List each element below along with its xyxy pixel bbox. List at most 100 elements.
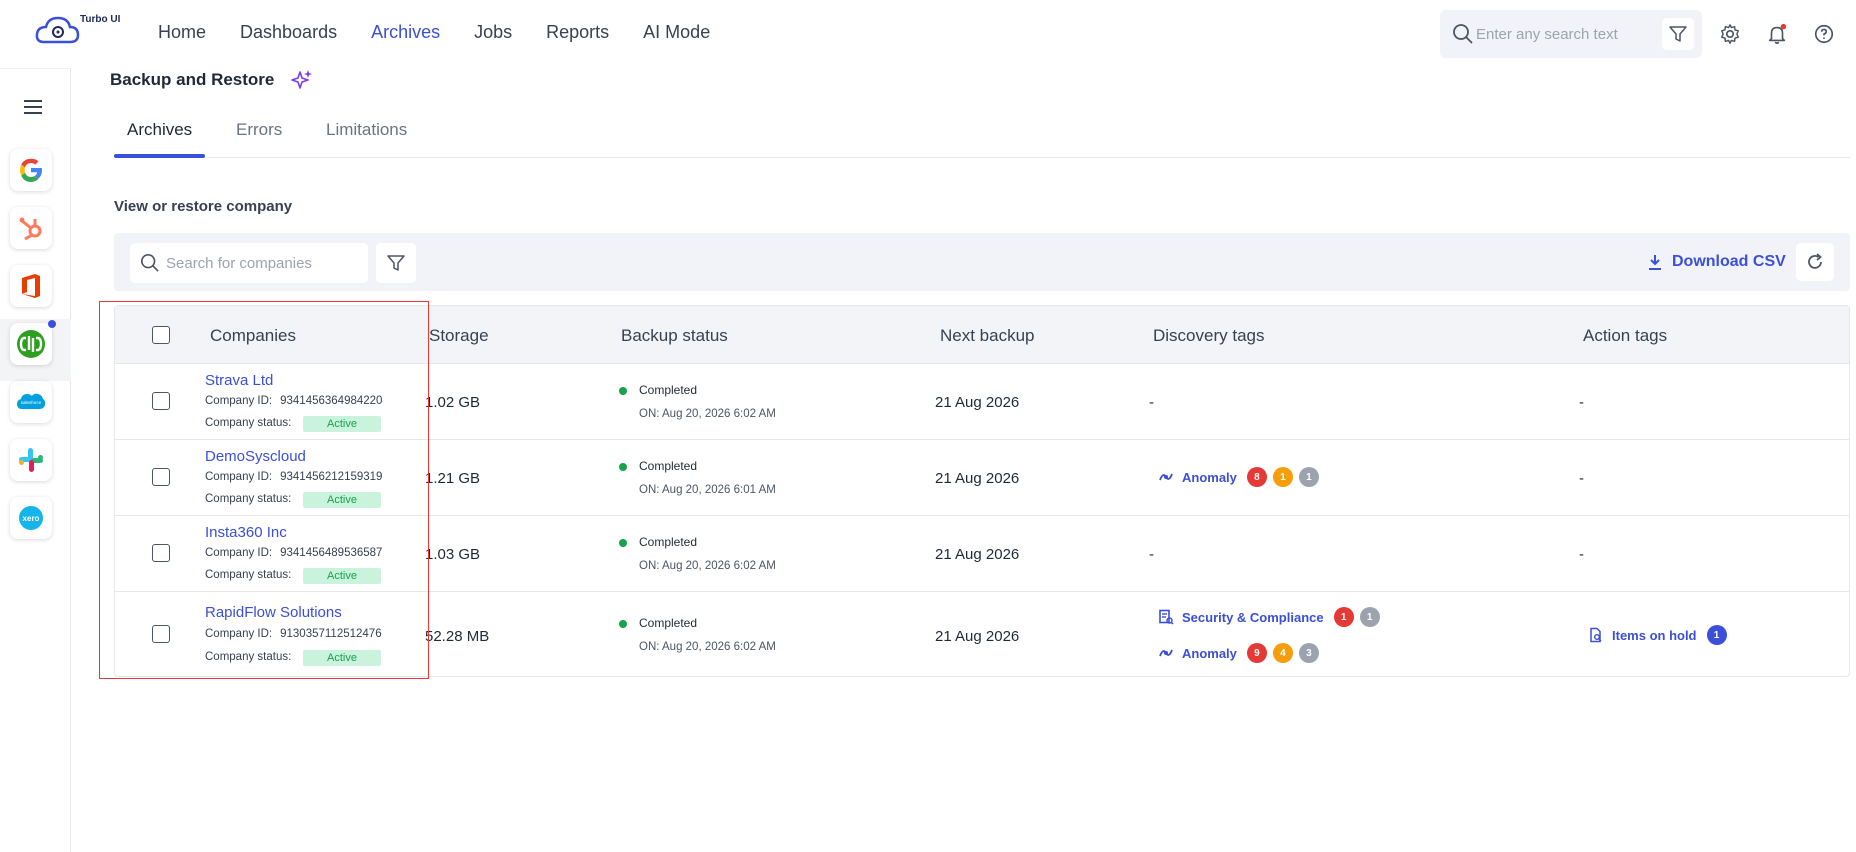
settings-icon[interactable]	[1718, 22, 1742, 46]
nav-reports[interactable]: Reports	[546, 22, 609, 43]
status-dot-icon	[619, 620, 627, 628]
table-toolbar: Search for companies Download CSV	[114, 233, 1850, 291]
select-all-checkbox[interactable]	[152, 326, 170, 344]
action-tag-items-on-hold[interactable]: Items on hold 1	[1588, 625, 1733, 645]
storage-value: 1.21 GB	[425, 470, 481, 487]
action-tags-empty: -	[1579, 546, 1584, 563]
anomaly-icon	[1158, 645, 1174, 661]
row-checkbox[interactable]	[152, 392, 170, 410]
notification-bell-icon[interactable]	[1765, 22, 1789, 46]
company-filter-button[interactable]	[376, 243, 416, 283]
nav-dashboards[interactable]: Dashboards	[240, 22, 337, 43]
discovery-tags-empty: -	[1149, 394, 1154, 411]
filter-icon	[387, 255, 405, 271]
refresh-button[interactable]	[1796, 243, 1834, 281]
table-row[interactable]: Insta360 Inc Company ID: 9341456489536587…	[115, 516, 1849, 592]
status-dot-icon	[619, 387, 627, 395]
app-sidebar: salesforce xero	[0, 68, 71, 852]
action-tags-empty: -	[1579, 394, 1584, 411]
action-tags-empty: -	[1579, 470, 1584, 487]
column-header-discovery-tags[interactable]: Discovery tags	[1153, 326, 1264, 346]
nav-ai-mode[interactable]: AI Mode	[643, 22, 710, 43]
table-row[interactable]: RapidFlow Solutions Company ID: 913035711…	[115, 592, 1849, 677]
count-badge: 9	[1246, 643, 1267, 663]
top-bar: Turbo UI Home Dashboards Archives Jobs R…	[0, 0, 1856, 68]
company-name-link[interactable]: DemoSyscloud	[205, 448, 306, 465]
storage-value: 1.02 GB	[425, 394, 481, 411]
company-search-input[interactable]: Search for companies	[166, 255, 312, 272]
active-app-indicator	[48, 320, 56, 328]
slack-icon[interactable]	[10, 439, 52, 481]
row-checkbox[interactable]	[152, 468, 170, 486]
company-id: Company ID: 9341456212159319	[205, 471, 383, 483]
tab-bar: Archives Errors Limitations	[114, 118, 1850, 158]
help-icon[interactable]	[1812, 22, 1836, 46]
download-csv-button[interactable]: Download CSV	[1646, 253, 1786, 271]
menu-icon[interactable]	[23, 99, 43, 120]
tab-errors[interactable]: Errors	[236, 120, 282, 140]
status-badge: Active	[303, 650, 381, 666]
backup-timestamp: ON: Aug 20, 2026 6:02 AM	[639, 560, 776, 572]
column-header-next-backup[interactable]: Next backup	[940, 326, 1035, 346]
table-row[interactable]: DemoSyscloud Company ID: 9341456212159319…	[115, 440, 1849, 516]
backup-status: Completed	[639, 383, 698, 397]
quickbooks-icon[interactable]	[10, 323, 52, 365]
discovery-tag-security-compliance[interactable]: Security & Compliance 1 1	[1158, 607, 1386, 627]
xero-icon[interactable]: xero	[10, 497, 52, 539]
svg-text:salesforce: salesforce	[21, 400, 42, 405]
status-dot-icon	[619, 539, 627, 547]
backup-timestamp: ON: Aug 20, 2026 6:02 AM	[639, 408, 776, 420]
app-name: Turbo UI	[80, 14, 121, 25]
table-header: Companies Storage Backup status Next bac…	[115, 306, 1849, 364]
company-name-link[interactable]: RapidFlow Solutions	[205, 604, 342, 621]
count-badge: 8	[1246, 467, 1267, 487]
page-title: Backup and Restore	[110, 70, 275, 89]
salesforce-icon[interactable]: salesforce	[10, 381, 52, 423]
count-badge: 1	[1359, 607, 1380, 627]
column-header-backup-status[interactable]: Backup status	[621, 326, 728, 346]
count-badge: 1	[1298, 467, 1319, 487]
backup-timestamp: ON: Aug 20, 2026 6:01 AM	[639, 484, 776, 496]
next-backup-date: 21 Aug 2026	[935, 628, 1020, 645]
discovery-tags-empty: -	[1149, 546, 1154, 563]
nav-jobs[interactable]: Jobs	[474, 22, 512, 43]
download-csv-label: Download CSV	[1672, 253, 1786, 270]
row-checkbox[interactable]	[152, 625, 170, 643]
storage-value: 52.28 MB	[425, 628, 490, 645]
tab-limitations[interactable]: Limitations	[326, 120, 407, 140]
companies-table: Companies Storage Backup status Next bac…	[114, 305, 1850, 677]
column-header-action-tags[interactable]: Action tags	[1583, 326, 1667, 346]
filter-button[interactable]	[1662, 18, 1694, 50]
company-search-field[interactable]: Search for companies	[130, 243, 368, 283]
next-backup-date: 21 Aug 2026	[935, 470, 1020, 487]
nav-archives[interactable]: Archives	[371, 22, 440, 43]
svg-text:xero: xero	[23, 514, 40, 523]
refresh-icon	[1808, 253, 1822, 269]
discovery-tag-anomaly[interactable]: Anomaly 9 4 3	[1158, 643, 1325, 663]
status-badge: Active	[303, 416, 381, 432]
next-backup-date: 21 Aug 2026	[935, 546, 1020, 563]
anomaly-icon	[1158, 469, 1174, 485]
global-search-input[interactable]: Enter any search text	[1476, 26, 1618, 43]
hubspot-icon[interactable]	[10, 207, 52, 249]
count-badge: 1	[1272, 467, 1293, 487]
office-icon[interactable]	[10, 265, 52, 307]
global-search[interactable]: Enter any search text	[1440, 10, 1702, 58]
tab-archives[interactable]: Archives	[127, 120, 192, 140]
column-header-storage[interactable]: Storage	[429, 326, 489, 346]
company-id: Company ID: 9130357112512476	[205, 628, 382, 640]
company-status-label: Company status:	[205, 651, 292, 663]
filter-icon	[1669, 26, 1687, 42]
column-header-companies[interactable]: Companies	[210, 326, 296, 346]
count-badge: 4	[1272, 643, 1293, 663]
nav-home[interactable]: Home	[158, 22, 206, 43]
company-name-link[interactable]: Insta360 Inc	[205, 524, 287, 541]
row-checkbox[interactable]	[152, 544, 170, 562]
ai-sparkle-icon[interactable]	[290, 68, 314, 97]
discovery-tag-anomaly[interactable]: Anomaly 8 1 1	[1158, 467, 1325, 487]
table-row[interactable]: Strava Ltd Company ID: 9341456364984220 C…	[115, 364, 1849, 440]
company-name-link[interactable]: Strava Ltd	[205, 372, 273, 389]
security-compliance-icon	[1158, 609, 1174, 625]
google-icon[interactable]	[10, 149, 52, 191]
backup-timestamp: ON: Aug 20, 2026 6:02 AM	[639, 641, 776, 653]
